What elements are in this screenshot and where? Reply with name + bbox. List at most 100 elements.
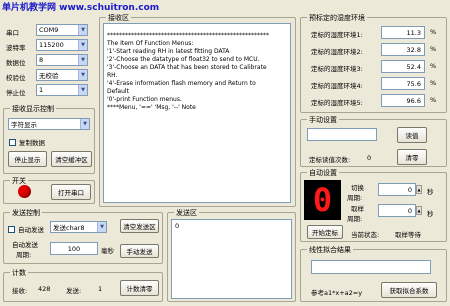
setpoint-input[interactable]: 11.3 <box>381 26 425 39</box>
setpoint-input[interactable]: 75.6 <box>381 77 425 90</box>
receive-textarea[interactable]: ****************************************… <box>103 23 291 203</box>
setpoint-label: 定标的湿度环境4: <box>311 82 363 90</box>
seven-segment-display: 0 <box>304 180 341 220</box>
port-status-led-icon <box>18 185 31 198</box>
stop-display-button[interactable]: 停止显示 <box>8 151 47 167</box>
copy-data-label: 复制数据 <box>19 139 45 147</box>
read-value-button[interactable]: 读值 <box>397 127 427 143</box>
port-field-label: 数据位 <box>6 59 26 67</box>
setpoint-input[interactable]: 32.8 <box>381 43 425 56</box>
setpoint-label: 定标的湿度环境1: <box>311 31 363 39</box>
receive-control-title: 接收显示控制 <box>10 104 56 114</box>
port-field-label: 校验位 <box>6 74 26 82</box>
setpoint-label: 定标的湿度环境2: <box>311 48 363 56</box>
receive-area-title: 接收区 <box>106 13 131 23</box>
auto-send-period-label: 自动发送 <box>12 241 38 249</box>
clear-send-button[interactable]: 清空发送区 <box>120 219 159 233</box>
manual-send-button[interactable]: 手动发送 <box>120 244 159 258</box>
setpoint-label: 定标的湿度环境5: <box>311 99 363 107</box>
auto-settings-group: 自动设置 0 切换 周期: 0 ▲ 秒 取样 周期: 0 ▲ 秒 开始定标 当前… <box>300 168 447 242</box>
counter-group: 计数 接收: 428 发送: 1 计数清零 <box>3 268 163 302</box>
switch-label: 切换 <box>351 184 364 192</box>
linear-fit-group: 线性拟合结果 参考a1*x+a2=y 获取拟合系数 <box>300 245 447 302</box>
send-control-group: 发送控制 自动发送 发送char8 ▼ 清空发送区 自动发送 周期: 100 毫秒… <box>3 208 163 264</box>
port-field-value: 8 <box>39 56 44 64</box>
display-mode-select[interactable]: 字符显示 ▼ <box>8 118 90 130</box>
switch-period-input[interactable]: 0 <box>378 183 416 196</box>
read-count-label: 定标读值次数: <box>309 156 351 164</box>
port-field-value: 115200 <box>39 41 64 49</box>
auto-settings-title: 自动设置 <box>307 168 339 178</box>
switch-unit: 秒 <box>427 188 434 196</box>
manual-settings-group: 手动设置 读值 定标读值次数: 0 清零 <box>300 115 447 167</box>
get-fit-coefficients-button[interactable]: 获取拟合系数 <box>381 282 437 298</box>
receive-line: '2'-Choose the datatype of float32 to se… <box>107 56 260 63</box>
send-type-value: 发送char8 <box>53 224 85 232</box>
receive-line: Default <box>107 88 129 95</box>
receive-line: RH. <box>107 72 118 79</box>
receive-area-group: 接收区 ************************************… <box>99 13 296 207</box>
send-type-select[interactable]: 发送char8 ▼ <box>50 221 107 233</box>
setpoints-group: 预标定的湿度环境 定标的湿度环境1: 11.3% 定标的湿度环境2: 32.8% 定标的… <box>300 13 447 113</box>
manual-settings-title: 手动设置 <box>307 115 339 125</box>
clear-count-button[interactable]: 计数清零 <box>120 280 159 296</box>
percent-unit: % <box>430 62 437 70</box>
receive-line: ****Menu, '==' 'Msg, '--' Note <box>107 104 196 111</box>
chevron-down-icon: ▼ <box>78 25 87 35</box>
open-port-button[interactable]: 打开串口 <box>51 184 91 200</box>
receive-line: '1'-Start reading RH in latest fitting D… <box>107 48 230 55</box>
port-field-value: COM9 <box>39 26 59 34</box>
watermark-title: 单片机教学网 www.schuitron.com <box>2 3 160 13</box>
port-field-select[interactable]: 无校验 ▼ <box>36 69 88 81</box>
auto-send-label: 自动发送 <box>18 226 44 234</box>
chevron-down-icon: ▼ <box>97 222 106 232</box>
switch-group: 开关 打开串口 <box>3 176 95 204</box>
sample-period-spinner[interactable]: ▲ <box>416 206 422 215</box>
port-field-select[interactable]: 115200 ▼ <box>36 39 88 51</box>
period-label: 周期: <box>16 251 32 259</box>
percent-unit: % <box>430 28 437 36</box>
recv-count-label: 接收: <box>12 287 28 295</box>
auto-send-checkbox[interactable]: 自动发送 <box>8 224 44 234</box>
percent-unit: % <box>430 79 437 87</box>
switch-period-spinner[interactable]: ▲ <box>416 185 422 194</box>
fit-result-field[interactable] <box>311 260 431 274</box>
port-field-label: 串口 <box>6 29 19 37</box>
send-textarea[interactable]: 0 <box>171 219 292 299</box>
receive-line: '0'-print Function menus. <box>107 96 182 103</box>
switch-period-label: 周期: <box>347 194 363 202</box>
send-area-title: 发送区 <box>174 208 199 218</box>
period-input[interactable]: 100 <box>50 242 98 255</box>
clear-read-count-button[interactable]: 清零 <box>397 149 427 165</box>
status-value: 取样等待 <box>395 231 421 239</box>
start-calibration-button[interactable]: 开始定标 <box>307 225 343 239</box>
sample-period-label: 周期: <box>347 215 363 223</box>
port-field-value: 1 <box>39 86 44 94</box>
sample-label: 取样 <box>351 205 364 213</box>
setpoint-input[interactable]: 96.6 <box>381 94 425 107</box>
display-digit: 0 <box>312 181 333 219</box>
checkbox-icon <box>9 138 16 146</box>
fit-formula-label: 参考a1*x+a2=y <box>311 289 363 297</box>
copy-data-checkbox[interactable]: 复制数据 <box>9 137 45 147</box>
read-count-value: 0 <box>367 154 372 162</box>
clear-buffer-button[interactable]: 清空缓冲区 <box>51 151 92 167</box>
counter-title: 计数 <box>10 268 28 278</box>
setpoint-input[interactable]: 52.4 <box>381 60 425 73</box>
receive-line: '4'-Erase information flash memory and R… <box>107 80 256 87</box>
send-count-label: 发送: <box>66 287 82 295</box>
port-field-label: 停止位 <box>6 89 26 97</box>
display-mode-value: 字符显示 <box>11 121 37 129</box>
chevron-down-icon: ▼ <box>80 119 89 129</box>
chevron-down-icon: ▼ <box>78 55 87 65</box>
manual-value-input[interactable] <box>307 128 377 141</box>
send-count-value: 1 <box>98 285 103 293</box>
linear-fit-title: 线性拟合结果 <box>307 245 353 255</box>
receive-control-group: 接收显示控制 字符显示 ▼ 复制数据 停止显示 清空缓冲区 <box>3 104 95 174</box>
port-field-select[interactable]: 1 ▼ <box>36 84 88 96</box>
port-field-select[interactable]: 8 ▼ <box>36 54 88 66</box>
port-field-select[interactable]: COM9 ▼ <box>36 24 88 36</box>
chevron-down-icon: ▼ <box>78 85 87 95</box>
setpoints-title: 预标定的湿度环境 <box>307 13 367 23</box>
sample-period-input[interactable]: 0 <box>378 204 416 217</box>
